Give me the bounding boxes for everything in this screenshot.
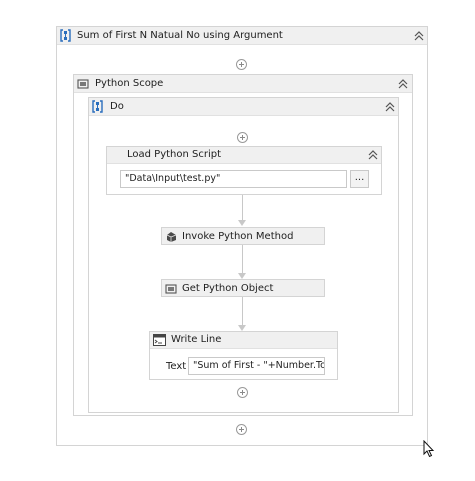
python-scope-icon — [77, 78, 89, 90]
do-header[interactable]: Do — [89, 98, 398, 116]
invoke-python-method-activity[interactable]: Invoke Python Method — [161, 227, 325, 245]
sequence-title: Sum of First N Natual No using Argument — [77, 30, 283, 41]
connector-line — [242, 245, 243, 274]
mouse-cursor-icon — [423, 439, 435, 458]
double-chevron-up-icon[interactable] — [384, 101, 396, 113]
double-chevron-up-icon[interactable] — [397, 78, 409, 90]
get-python-object-title: Get Python Object — [182, 283, 274, 294]
write-line-icon — [153, 334, 166, 346]
invoke-method-icon — [165, 230, 178, 243]
sequence-container[interactable]: Sum of First N Natual No using Argument … — [56, 26, 428, 446]
add-activity-plus-icon[interactable] — [236, 424, 247, 435]
load-python-script-title: Load Python Script — [127, 149, 222, 160]
text-field-label: Text — [166, 361, 187, 372]
sequence-header[interactable]: Sum of First N Natual No using Argument — [57, 27, 427, 45]
python-scope-title: Python Scope — [95, 78, 164, 89]
get-python-object-activity[interactable]: Get Python Object — [161, 279, 325, 297]
do-container[interactable]: Do Load Python Script "Data\Input\test.p… — [88, 97, 399, 413]
double-chevron-up-icon[interactable] — [367, 149, 379, 161]
python-object-icon — [165, 283, 177, 295]
sequence-icon — [91, 100, 104, 113]
do-title: Do — [110, 101, 124, 112]
connector-line — [242, 195, 243, 222]
add-activity-plus-icon[interactable] — [237, 387, 248, 398]
connector-line — [242, 297, 243, 326]
python-scope-container[interactable]: Python Scope Do Load Python Script "Data… — [73, 74, 413, 416]
double-chevron-up-icon[interactable] — [413, 30, 425, 42]
add-activity-plus-icon[interactable] — [236, 59, 247, 70]
connector-arrow — [238, 220, 246, 226]
invoke-python-method-title: Invoke Python Method — [182, 231, 294, 242]
python-scope-header[interactable]: Python Scope — [74, 75, 412, 93]
script-path-input[interactable]: "Data\Input\test.py" — [120, 170, 347, 188]
write-line-header[interactable]: Write Line — [150, 332, 337, 349]
write-line-title: Write Line — [171, 334, 222, 345]
add-activity-plus-icon[interactable] — [237, 132, 248, 143]
load-python-script-activity[interactable]: Load Python Script "Data\Input\test.py" … — [106, 146, 382, 195]
write-line-activity[interactable]: Write Line Text "Sum of First - "+Number… — [149, 331, 338, 380]
browse-button[interactable]: ... — [350, 170, 369, 188]
sequence-icon — [59, 29, 72, 42]
load-python-script-header[interactable]: Load Python Script — [107, 147, 381, 164]
text-input[interactable]: "Sum of First - "+Number.ToS — [188, 357, 325, 375]
